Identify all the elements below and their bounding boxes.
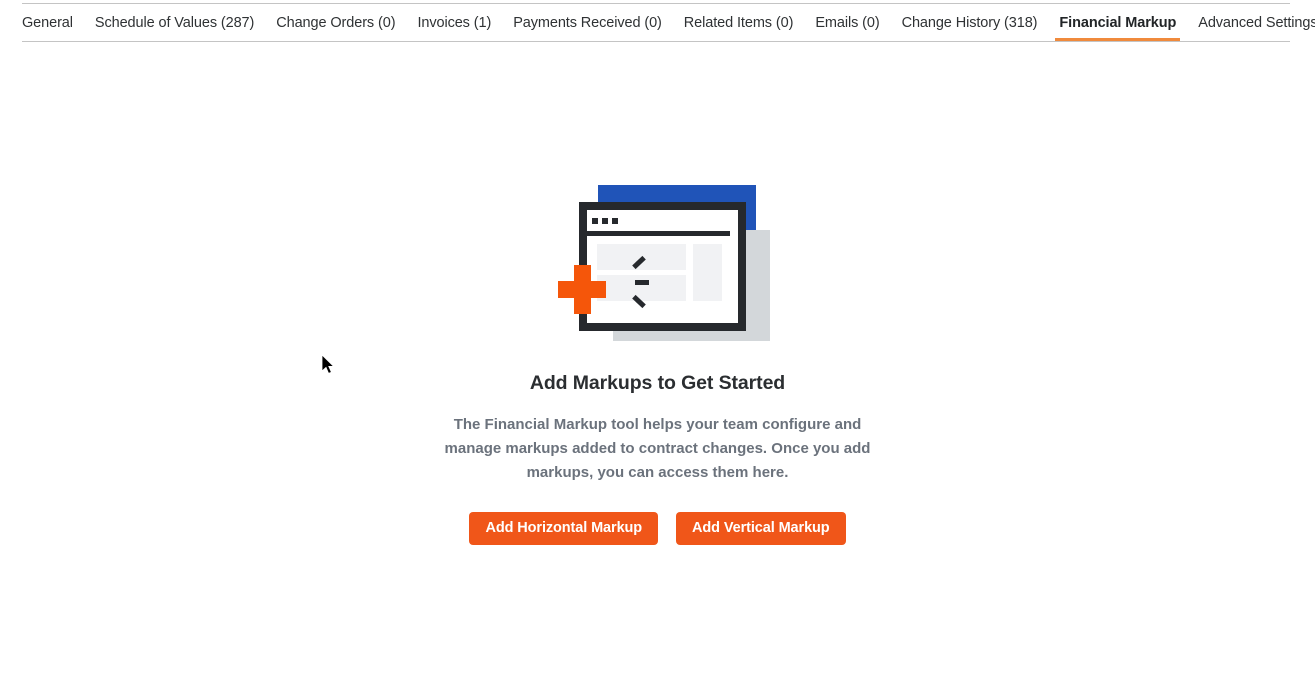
add-markup-illustration bbox=[557, 185, 770, 350]
tab-advanced-settings[interactable]: Advanced Settings bbox=[1198, 4, 1315, 41]
empty-state-description: The Financial Markup tool helps your tea… bbox=[444, 416, 871, 481]
tab-label: Related Items (0) bbox=[683, 14, 794, 31]
tab-label: Change Orders (0) bbox=[276, 14, 396, 31]
tab-label: Change History (318) bbox=[901, 14, 1038, 31]
illustration-window-dot bbox=[591, 218, 598, 224]
tab-label: Emails (0) bbox=[815, 14, 880, 31]
tab-schedule-of-values[interactable]: Schedule of Values (287) bbox=[95, 4, 254, 41]
illustration-mark-stroke bbox=[634, 280, 649, 285]
illustration-content-block bbox=[596, 275, 686, 301]
add-horizontal-markup-button[interactable]: Add Horizontal Markup bbox=[469, 512, 659, 545]
empty-state: Add Markups to Get Started The Financial… bbox=[0, 42, 1315, 683]
tab-label: Advanced Settings bbox=[1198, 14, 1315, 31]
add-vertical-markup-button[interactable]: Add Vertical Markup bbox=[676, 512, 846, 545]
illustration-window-dot bbox=[601, 218, 608, 224]
tab-label: Payments Received (0) bbox=[513, 14, 662, 31]
tab-label: Schedule of Values (287) bbox=[94, 14, 255, 31]
tab-payments-received[interactable]: Payments Received (0) bbox=[513, 4, 662, 41]
illustration-window-dot bbox=[611, 218, 618, 224]
tab-label: Financial Markup bbox=[1059, 14, 1177, 31]
illustration-sidebar-block bbox=[692, 244, 722, 301]
tab-invoices[interactable]: Invoices (1) bbox=[417, 4, 491, 41]
tab-financial-markup[interactable]: Financial Markup bbox=[1055, 4, 1181, 41]
tab-label: Invoices (1) bbox=[417, 14, 492, 31]
tab-change-orders[interactable]: Change Orders (0) bbox=[276, 4, 395, 41]
illustration-titlebar-divider bbox=[586, 231, 730, 236]
active-tab-underline bbox=[1055, 38, 1181, 41]
plus-icon bbox=[573, 265, 591, 314]
empty-state-actions: Add Horizontal Markup Add Vertical Marku… bbox=[469, 512, 846, 545]
tab-related-items[interactable]: Related Items (0) bbox=[684, 4, 794, 41]
illustration-window-body bbox=[586, 210, 738, 323]
tab-emails[interactable]: Emails (0) bbox=[815, 4, 879, 41]
illustration-window-frame bbox=[578, 202, 746, 331]
tab-bar: General Schedule of Values (287) Change Or… bbox=[0, 0, 1315, 42]
tab-list: General Schedule of Values (287) Change Or… bbox=[22, 4, 1315, 41]
tab-change-history[interactable]: Change History (318) bbox=[902, 4, 1038, 41]
page-title: Add Markups to Get Started bbox=[529, 372, 786, 394]
tab-general[interactable]: General bbox=[22, 4, 73, 41]
tab-label: General bbox=[22, 14, 73, 31]
